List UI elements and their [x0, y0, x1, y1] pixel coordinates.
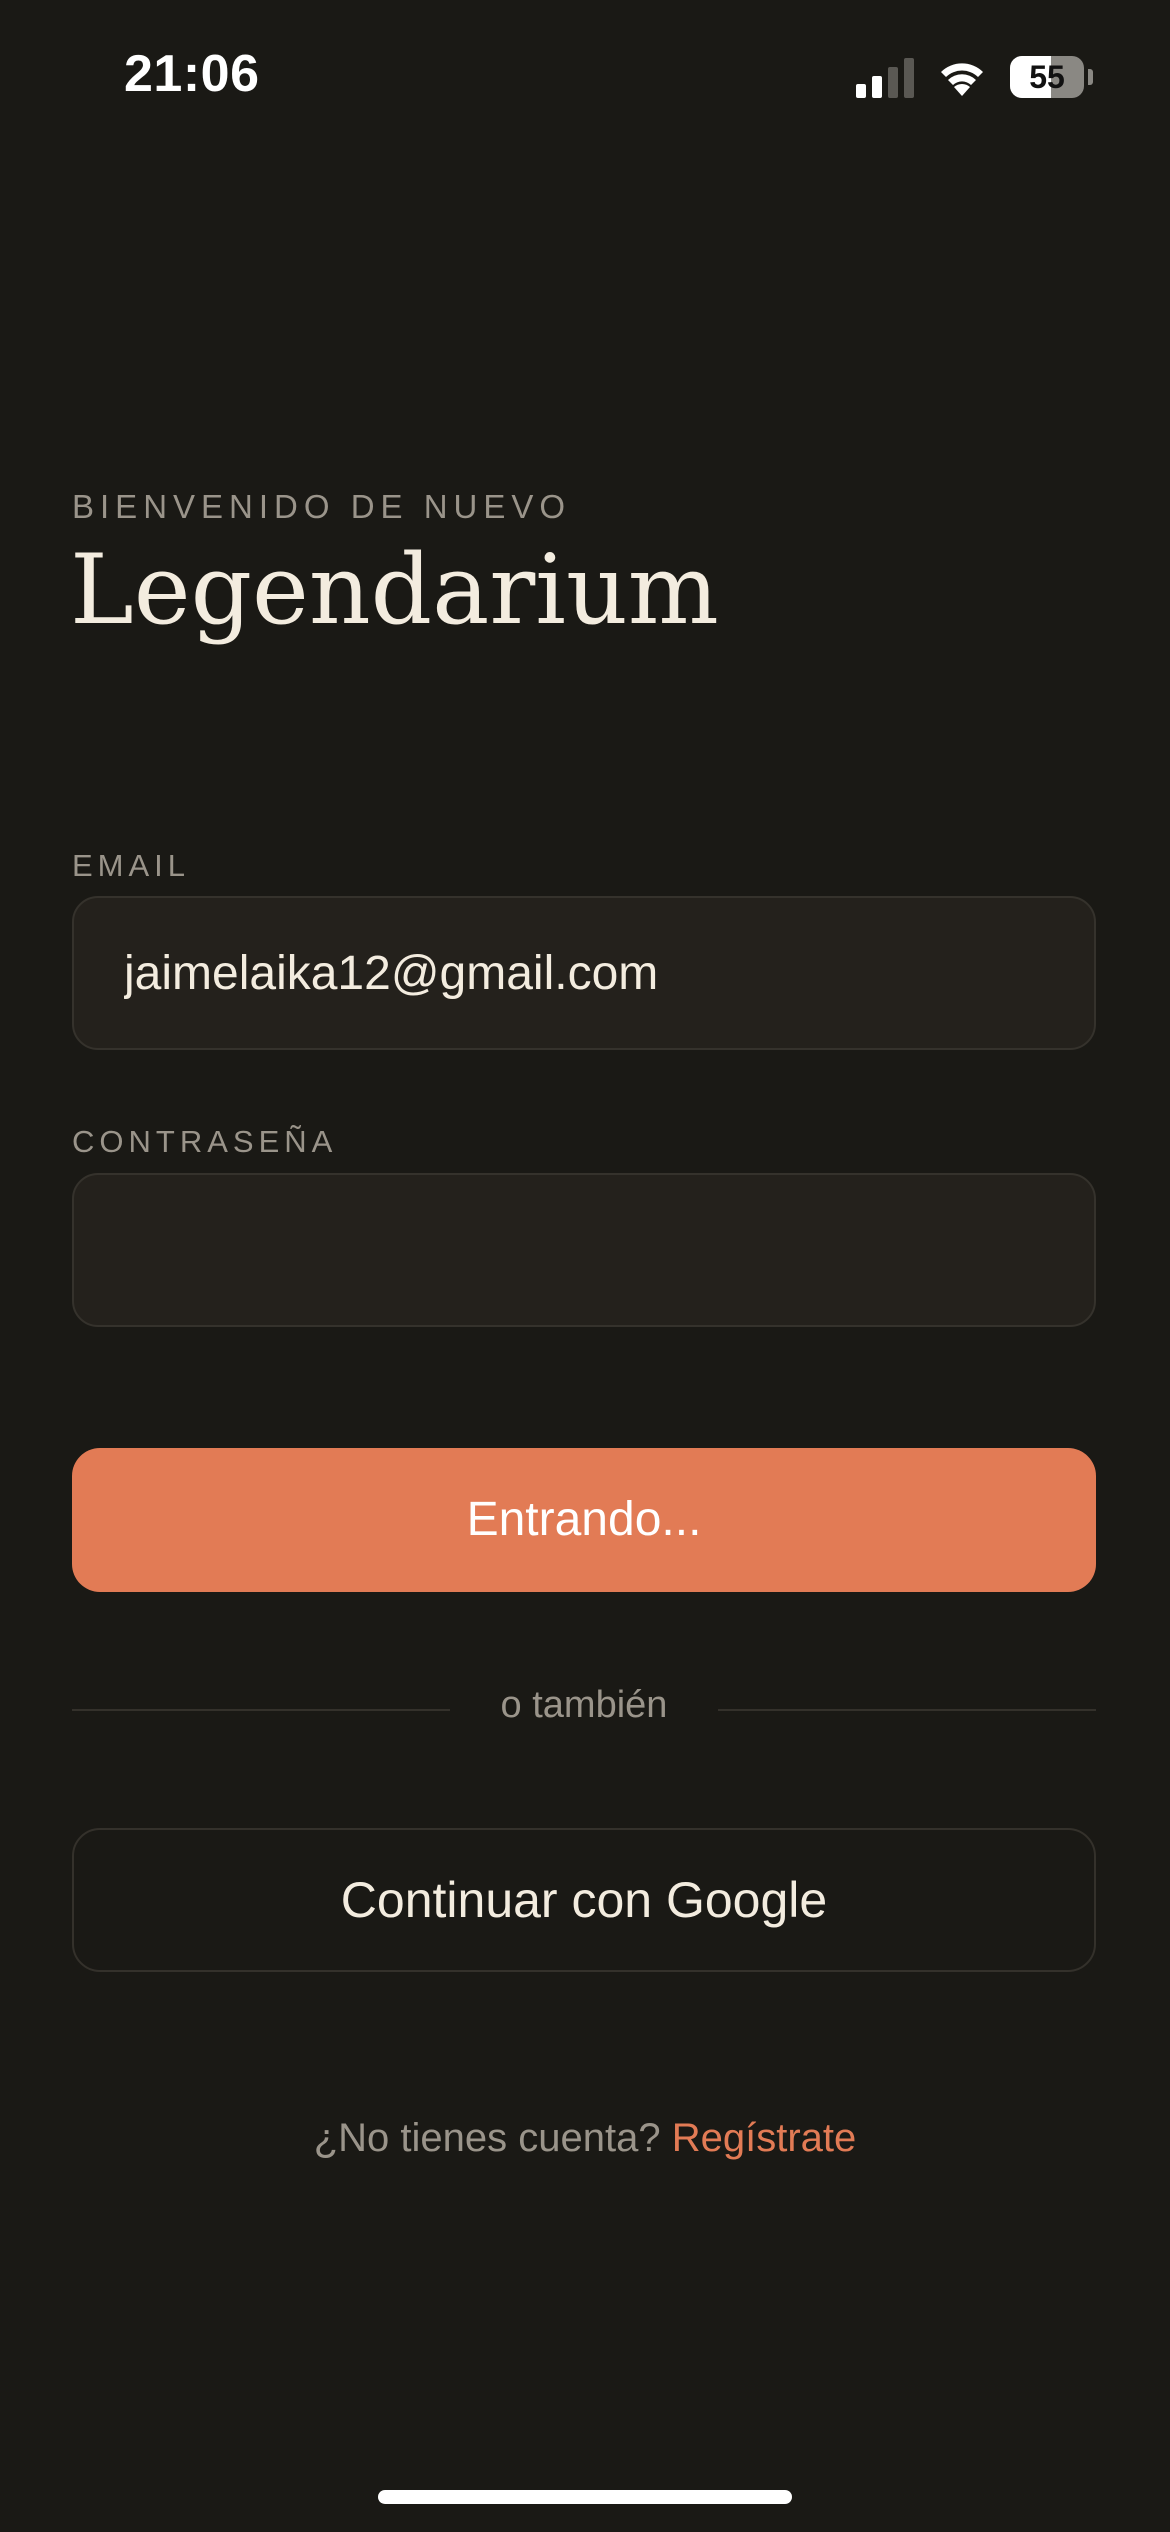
battery-body: 55 — [1010, 56, 1084, 98]
email-field[interactable] — [72, 896, 1096, 1050]
email-label: EMAIL — [72, 848, 191, 883]
wifi-icon — [941, 63, 983, 96]
google-signin-button[interactable]: Continuar con Google — [72, 1828, 1096, 1972]
welcome-eyebrow: BIENVENIDO DE NUEVO — [72, 488, 572, 525]
divider-line-left — [72, 1709, 450, 1711]
signup-prompt: ¿No tienes cuenta? Regístrate — [0, 2116, 1170, 2161]
divider-line-right — [718, 1709, 1096, 1711]
password-field[interactable] — [72, 1173, 1096, 1327]
signup-question: ¿No tienes cuenta? — [313, 2116, 661, 2160]
app-title: Legendarium — [70, 534, 719, 646]
signal-icon — [856, 58, 914, 98]
battery-tip — [1088, 69, 1093, 85]
password-label: CONTRASEÑA — [72, 1124, 338, 1159]
login-button[interactable]: Entrando... — [72, 1448, 1096, 1592]
signup-link[interactable]: Regístrate — [672, 2116, 857, 2160]
battery-icon: 55 — [1010, 56, 1093, 98]
divider-text: o también — [500, 1684, 668, 1726]
battery-level: 55 — [1029, 59, 1065, 95]
home-indicator[interactable] — [378, 2490, 792, 2504]
status-time: 21:06 — [124, 45, 260, 103]
